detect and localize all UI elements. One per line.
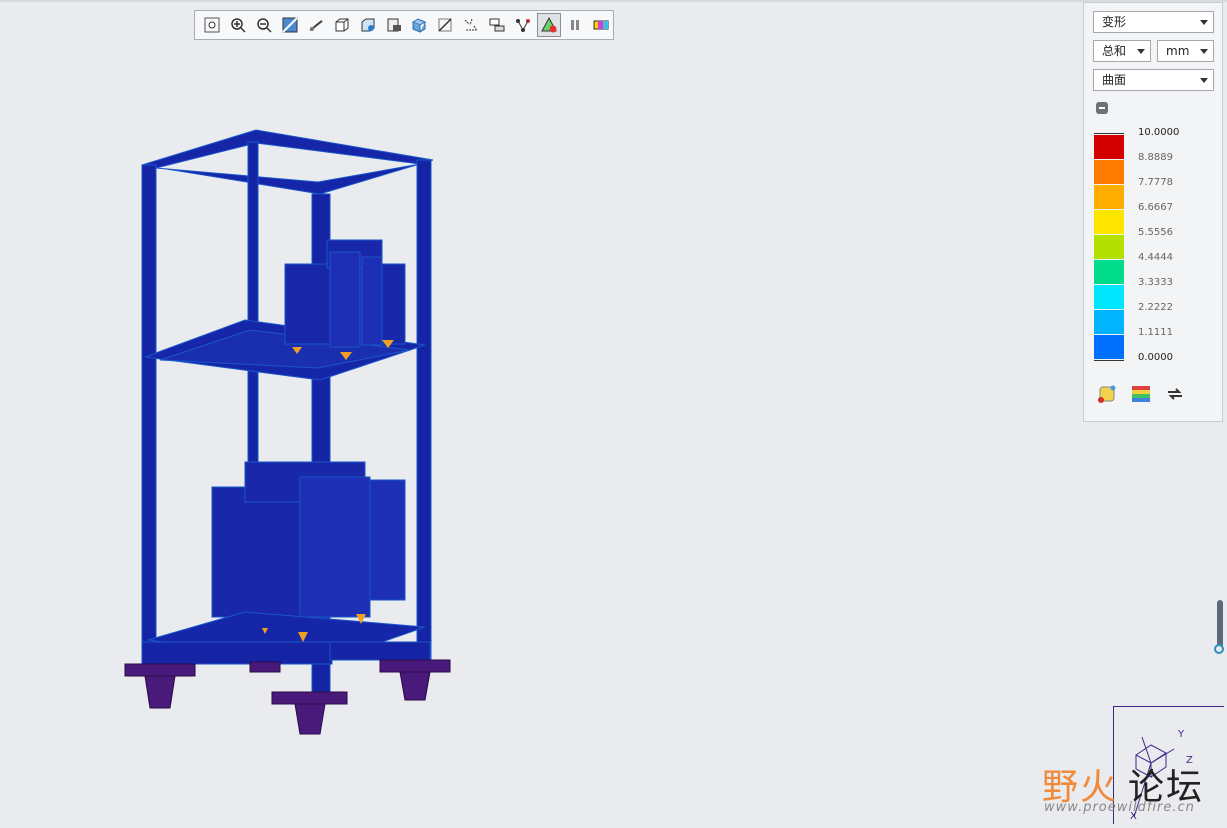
legend-tick-label: 6.6667 <box>1138 202 1173 213</box>
legend-swatch <box>1094 160 1124 184</box>
display-style-icon <box>335 18 349 32</box>
repaint-button[interactable] <box>278 13 302 37</box>
graphics-viewport[interactable] <box>0 2 1083 823</box>
pan-zoom-rotate-button[interactable] <box>304 13 328 37</box>
vertical-slider-track[interactable] <box>1217 600 1223 648</box>
pan-icon <box>309 20 323 31</box>
legend-colors-button[interactable] <box>589 13 613 37</box>
color-map-icon[interactable] <box>1130 383 1152 405</box>
legend-swatch <box>1094 335 1124 359</box>
chevron-down-icon <box>1137 49 1145 54</box>
refit-button[interactable] <box>200 13 224 37</box>
zoom-in-button[interactable] <box>226 13 250 37</box>
animate-icon <box>541 16 557 33</box>
display-value: 曲面 <box>1102 73 1127 87</box>
legend-swatch <box>1094 185 1124 209</box>
quantity-value: 变形 <box>1102 15 1127 29</box>
animate-button[interactable] <box>537 13 562 37</box>
legend-tick-label: 8.8889 <box>1138 152 1173 163</box>
legend-swatch <box>1094 260 1124 284</box>
legend-tick-label: 0.0000 <box>1138 352 1173 363</box>
section-button[interactable] <box>433 13 457 37</box>
results-panel: 变形 总和 mm 曲面 10.0000 8.8889 7.7778 6.6667 5.5… <box>1083 2 1223 422</box>
legend-tick-label: 5.5556 <box>1138 227 1173 238</box>
saved-orientations-button[interactable] <box>356 13 380 37</box>
datum-display-icon <box>464 18 478 32</box>
datum-display-button[interactable] <box>459 13 483 37</box>
component-select[interactable]: 总和 <box>1093 40 1151 62</box>
saved-view-icon <box>361 18 375 32</box>
legend-tick-label: 2.2222 <box>1138 302 1173 313</box>
legend-tick-label: 4.4444 <box>1138 252 1173 263</box>
legend-tick-label: 3.3333 <box>1138 277 1173 288</box>
view-manager-button[interactable] <box>382 13 406 37</box>
zoom-in-icon <box>231 18 246 33</box>
legend-tick-label: 7.7778 <box>1138 177 1173 188</box>
perspective-icon <box>412 18 427 33</box>
repaint-icon <box>282 17 298 33</box>
legend-tick-label: 1.1111 <box>1138 327 1173 338</box>
tree-icon <box>516 19 531 32</box>
units-select[interactable]: mm <box>1157 40 1214 62</box>
result-style-icon[interactable] <box>1096 383 1118 405</box>
watermark-url: www.proewildfire.cn <box>1044 800 1195 815</box>
annotation-display-button[interactable] <box>485 13 509 37</box>
legend-swatch <box>1094 310 1124 334</box>
zoom-out-button[interactable] <box>252 13 276 37</box>
zoom-out-icon <box>257 18 272 33</box>
legend-swatch <box>1094 285 1124 309</box>
pause-icon <box>571 20 580 30</box>
slider-handle[interactable] <box>1214 644 1224 654</box>
legend-icon <box>593 20 609 30</box>
legend-swatch <box>1094 210 1124 234</box>
deformed-model <box>124 129 451 735</box>
legend-tick-label: 10.0000 <box>1138 127 1180 138</box>
chevron-down-icon <box>1200 78 1208 83</box>
annotation-icon <box>489 18 505 32</box>
view-manager-icon <box>387 18 401 32</box>
graphics-toolbar <box>194 10 614 40</box>
pause-button[interactable] <box>563 13 587 37</box>
legend-swatch <box>1094 235 1124 259</box>
triad-y-label: Y <box>1177 729 1185 740</box>
refit-icon <box>204 17 220 33</box>
refresh-icon[interactable] <box>1164 383 1186 405</box>
section-icon <box>438 18 452 32</box>
perspective-button[interactable] <box>408 13 432 37</box>
color-legend <box>1094 133 1124 361</box>
chevron-down-icon <box>1200 20 1208 25</box>
display-select[interactable]: 曲面 <box>1093 69 1214 91</box>
legend-swatch <box>1094 135 1124 159</box>
display-style-button[interactable] <box>330 13 354 37</box>
quantity-select[interactable]: 变形 <box>1093 11 1214 33</box>
collapse-legend-icon[interactable] <box>1096 102 1108 114</box>
units-value: mm <box>1166 44 1190 58</box>
chevron-down-icon <box>1200 49 1208 54</box>
component-value: 总和 <box>1102 44 1127 58</box>
model-tree-button[interactable] <box>511 13 535 37</box>
